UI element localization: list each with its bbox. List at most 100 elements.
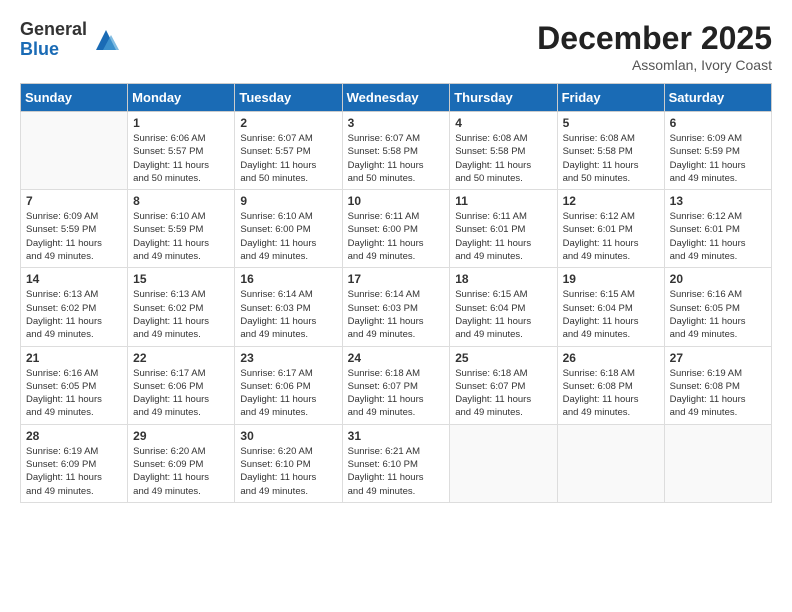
day-info: Sunrise: 6:12 AMSunset: 6:01 PMDaylight:…	[563, 210, 659, 263]
day-number: 18	[455, 272, 551, 286]
day-info: Sunrise: 6:21 AMSunset: 6:10 PMDaylight:…	[348, 445, 445, 498]
calendar-cell: 1Sunrise: 6:06 AMSunset: 5:57 PMDaylight…	[128, 112, 235, 190]
day-info: Sunrise: 6:19 AMSunset: 6:09 PMDaylight:…	[26, 445, 122, 498]
day-number: 28	[26, 429, 122, 443]
day-number: 22	[133, 351, 229, 365]
day-info: Sunrise: 6:19 AMSunset: 6:08 PMDaylight:…	[670, 367, 766, 420]
month-title: December 2025	[537, 20, 772, 57]
day-number: 6	[670, 116, 766, 130]
day-number: 4	[455, 116, 551, 130]
calendar-cell: 8Sunrise: 6:10 AMSunset: 5:59 PMDaylight…	[128, 190, 235, 268]
calendar-cell	[21, 112, 128, 190]
calendar-week-row: 21 Sunrise: 6:16 AMSunset: 6:05 PMDayligh…	[21, 346, 772, 424]
day-info: Sunrise: 6:13 AMSunset: 6:02 PMDaylight:…	[133, 288, 229, 341]
logo-icon	[91, 25, 121, 55]
calendar-cell: 17 Sunrise: 6:14 AMSunset: 6:03 PMDayligh…	[342, 268, 450, 346]
calendar-cell	[450, 424, 557, 502]
day-info: Sunrise: 6:14 AMSunset: 6:03 PMDaylight:…	[348, 288, 445, 341]
day-number: 12	[563, 194, 659, 208]
day-info: Sunrise: 6:18 AMSunset: 6:08 PMDaylight:…	[563, 367, 659, 420]
day-number: 13	[670, 194, 766, 208]
calendar-cell: 4 Sunrise: 6:08 AMSunset: 5:58 PMDaylight…	[450, 112, 557, 190]
day-number: 10	[348, 194, 445, 208]
day-number: 9	[240, 194, 336, 208]
page-header: General Blue December 2025 Assomlan, Ivo…	[20, 20, 772, 73]
calendar-week-row: 1Sunrise: 6:06 AMSunset: 5:57 PMDaylight…	[21, 112, 772, 190]
day-info: Sunrise: 6:16 AMSunset: 6:05 PMDaylight:…	[26, 367, 122, 420]
calendar-cell: 3 Sunrise: 6:07 AMSunset: 5:58 PMDaylight…	[342, 112, 450, 190]
calendar-cell: 19 Sunrise: 6:15 AMSunset: 6:04 PMDayligh…	[557, 268, 664, 346]
day-info: Sunrise: 6:12 AMSunset: 6:01 PMDaylight:…	[670, 210, 766, 263]
calendar-cell: 14Sunrise: 6:13 AMSunset: 6:02 PMDayligh…	[21, 268, 128, 346]
day-number: 3	[348, 116, 445, 130]
day-number: 5	[563, 116, 659, 130]
day-info: Sunrise: 6:17 AMSunset: 6:06 PMDaylight:…	[133, 367, 229, 420]
day-number: 21	[26, 351, 122, 365]
calendar-header-thursday: Thursday	[450, 84, 557, 112]
day-info: Sunrise: 6:11 AMSunset: 6:01 PMDaylight:…	[455, 210, 551, 263]
calendar-cell: 26Sunrise: 6:18 AMSunset: 6:08 PMDayligh…	[557, 346, 664, 424]
day-number: 7	[26, 194, 122, 208]
calendar-header-wednesday: Wednesday	[342, 84, 450, 112]
calendar-cell: 31 Sunrise: 6:21 AMSunset: 6:10 PMDayligh…	[342, 424, 450, 502]
calendar-header-row: SundayMondayTuesdayWednesdayThursdayFrid…	[21, 84, 772, 112]
calendar-cell: 20 Sunrise: 6:16 AMSunset: 6:05 PMDayligh…	[664, 268, 771, 346]
day-info: Sunrise: 6:07 AMSunset: 5:58 PMDaylight:…	[348, 132, 445, 185]
calendar-cell	[664, 424, 771, 502]
calendar-cell: 30Sunrise: 6:20 AMSunset: 6:10 PMDayligh…	[235, 424, 342, 502]
day-info: Sunrise: 6:06 AMSunset: 5:57 PMDaylight:…	[133, 132, 229, 185]
title-section: December 2025 Assomlan, Ivory Coast	[537, 20, 772, 73]
calendar-header-tuesday: Tuesday	[235, 84, 342, 112]
day-info: Sunrise: 6:09 AMSunset: 5:59 PMDaylight:…	[26, 210, 122, 263]
day-info: Sunrise: 6:18 AMSunset: 6:07 PMDaylight:…	[455, 367, 551, 420]
day-info: Sunrise: 6:15 AMSunset: 6:04 PMDaylight:…	[455, 288, 551, 341]
day-info: Sunrise: 6:09 AMSunset: 5:59 PMDaylight:…	[670, 132, 766, 185]
day-info: Sunrise: 6:18 AMSunset: 6:07 PMDaylight:…	[348, 367, 445, 420]
calendar-cell: 5 Sunrise: 6:08 AMSunset: 5:58 PMDaylight…	[557, 112, 664, 190]
day-info: Sunrise: 6:11 AMSunset: 6:00 PMDaylight:…	[348, 210, 445, 263]
day-info: Sunrise: 6:20 AMSunset: 6:10 PMDaylight:…	[240, 445, 336, 498]
calendar-cell: 11Sunrise: 6:11 AMSunset: 6:01 PMDayligh…	[450, 190, 557, 268]
calendar-cell: 21 Sunrise: 6:16 AMSunset: 6:05 PMDayligh…	[21, 346, 128, 424]
day-info: Sunrise: 6:17 AMSunset: 6:06 PMDaylight:…	[240, 367, 336, 420]
day-info: Sunrise: 6:08 AMSunset: 5:58 PMDaylight:…	[455, 132, 551, 185]
calendar-cell: 24Sunrise: 6:18 AMSunset: 6:07 PMDayligh…	[342, 346, 450, 424]
calendar-cell: 10 Sunrise: 6:11 AMSunset: 6:00 PMDayligh…	[342, 190, 450, 268]
day-info: Sunrise: 6:08 AMSunset: 5:58 PMDaylight:…	[563, 132, 659, 185]
calendar-cell: 16 Sunrise: 6:14 AMSunset: 6:03 PMDayligh…	[235, 268, 342, 346]
day-info: Sunrise: 6:20 AMSunset: 6:09 PMDaylight:…	[133, 445, 229, 498]
day-info: Sunrise: 6:15 AMSunset: 6:04 PMDaylight:…	[563, 288, 659, 341]
day-number: 16	[240, 272, 336, 286]
location: Assomlan, Ivory Coast	[537, 57, 772, 73]
calendar-header-monday: Monday	[128, 84, 235, 112]
calendar-cell	[557, 424, 664, 502]
logo-text: General Blue	[20, 20, 87, 60]
calendar-cell: 18 Sunrise: 6:15 AMSunset: 6:04 PMDayligh…	[450, 268, 557, 346]
day-info: Sunrise: 6:10 AMSunset: 5:59 PMDaylight:…	[133, 210, 229, 263]
day-info: Sunrise: 6:10 AMSunset: 6:00 PMDaylight:…	[240, 210, 336, 263]
day-number: 17	[348, 272, 445, 286]
day-info: Sunrise: 6:14 AMSunset: 6:03 PMDaylight:…	[240, 288, 336, 341]
calendar-week-row: 14Sunrise: 6:13 AMSunset: 6:02 PMDayligh…	[21, 268, 772, 346]
day-number: 29	[133, 429, 229, 443]
calendar-header-sunday: Sunday	[21, 84, 128, 112]
calendar-week-row: 28 Sunrise: 6:19 AMSunset: 6:09 PMDayligh…	[21, 424, 772, 502]
calendar-cell: 25Sunrise: 6:18 AMSunset: 6:07 PMDayligh…	[450, 346, 557, 424]
day-number: 31	[348, 429, 445, 443]
calendar-cell: 13 Sunrise: 6:12 AMSunset: 6:01 PMDayligh…	[664, 190, 771, 268]
calendar-cell: 9 Sunrise: 6:10 AMSunset: 6:00 PMDaylight…	[235, 190, 342, 268]
day-info: Sunrise: 6:16 AMSunset: 6:05 PMDaylight:…	[670, 288, 766, 341]
logo: General Blue	[20, 20, 121, 60]
calendar-cell: 23Sunrise: 6:17 AMSunset: 6:06 PMDayligh…	[235, 346, 342, 424]
day-info: Sunrise: 6:07 AMSunset: 5:57 PMDaylight:…	[240, 132, 336, 185]
calendar-table: SundayMondayTuesdayWednesdayThursdayFrid…	[20, 83, 772, 503]
day-number: 19	[563, 272, 659, 286]
day-number: 20	[670, 272, 766, 286]
day-number: 2	[240, 116, 336, 130]
calendar-cell: 27 Sunrise: 6:19 AMSunset: 6:08 PMDayligh…	[664, 346, 771, 424]
calendar-cell: 2 Sunrise: 6:07 AMSunset: 5:57 PMDaylight…	[235, 112, 342, 190]
calendar-header-friday: Friday	[557, 84, 664, 112]
calendar-week-row: 7 Sunrise: 6:09 AMSunset: 5:59 PMDaylight…	[21, 190, 772, 268]
day-number: 27	[670, 351, 766, 365]
day-info: Sunrise: 6:13 AMSunset: 6:02 PMDaylight:…	[26, 288, 122, 341]
